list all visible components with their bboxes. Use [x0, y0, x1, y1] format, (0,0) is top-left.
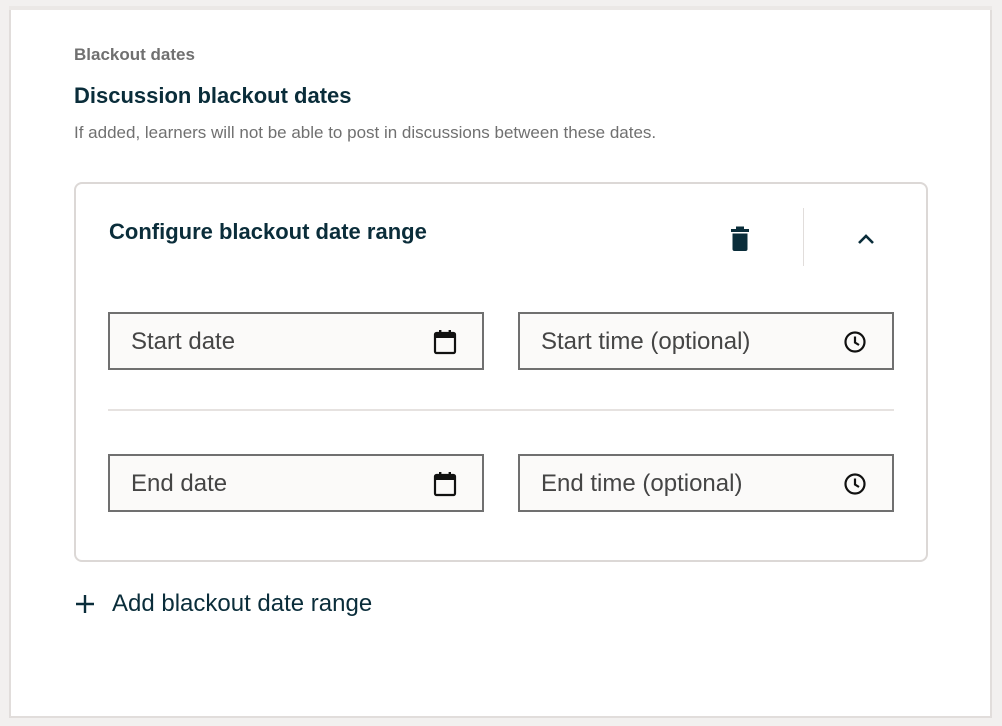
header-divider: [803, 208, 804, 266]
chevron-up-icon: [858, 234, 874, 244]
plus-icon: [76, 595, 94, 613]
blackout-range-card: Configure blackout date range Start date…: [74, 182, 928, 562]
clock-icon[interactable]: [842, 329, 868, 355]
trash-icon: [731, 226, 749, 251]
start-date-input[interactable]: Start date: [108, 312, 484, 370]
add-blackout-range-button[interactable]: Add blackout date range: [74, 588, 372, 620]
delete-range-button[interactable]: [718, 217, 762, 261]
start-time-placeholder: Start time (optional): [541, 328, 751, 355]
end-date-placeholder: End date: [131, 470, 228, 497]
clock-icon[interactable]: [842, 471, 868, 497]
collapse-card-button[interactable]: [844, 217, 888, 261]
start-date-placeholder: Start date: [131, 328, 236, 355]
section-title: Discussion blackout dates: [74, 83, 352, 108]
field-group-divider: [108, 409, 894, 411]
section-description: If added, learners will not be able to p…: [74, 123, 657, 142]
calendar-icon[interactable]: [432, 329, 458, 355]
start-time-input[interactable]: Start time (optional): [518, 312, 894, 370]
panel-top-divider: [9, 6, 992, 10]
end-time-placeholder: End time (optional): [541, 470, 743, 497]
add-blackout-range-label: Add blackout date range: [112, 590, 373, 617]
section-label: Blackout dates: [74, 45, 195, 64]
calendar-icon[interactable]: [432, 471, 458, 497]
card-title: Configure blackout date range: [109, 219, 427, 244]
end-time-input[interactable]: End time (optional): [518, 454, 894, 512]
end-date-input[interactable]: End date: [108, 454, 484, 512]
